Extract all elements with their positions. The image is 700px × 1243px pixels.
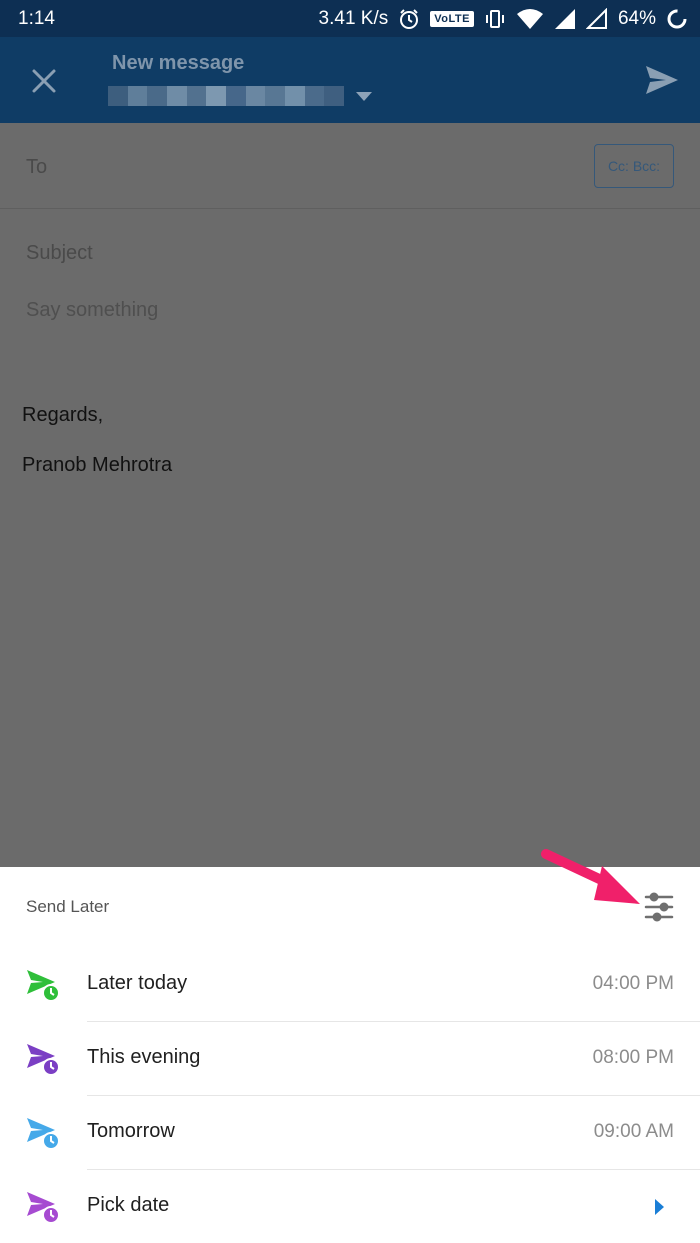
send-later-icon xyxy=(27,1044,60,1076)
signature-name: Pranob Mehrotra xyxy=(22,454,173,476)
option-label: Pick date xyxy=(87,1194,170,1216)
annotation-arrow-icon xyxy=(541,849,640,904)
battery-percent: 64% xyxy=(617,8,656,29)
send-later-icon xyxy=(27,1118,60,1150)
option-label: Later today xyxy=(87,972,188,994)
body-field[interactable]: Say something xyxy=(26,299,158,322)
option-time: 08:00 PM xyxy=(592,1047,674,1068)
alarm-icon xyxy=(400,9,419,29)
network-speed: 3.41 K/s xyxy=(318,8,389,29)
subject-field[interactable]: Subject xyxy=(26,242,93,265)
status-time: 1:14 xyxy=(18,8,55,29)
to-field[interactable]: To Cc: Bcc: xyxy=(0,123,700,209)
send-later-sheet: Send Later Later today 04:00 PM This eve… xyxy=(0,867,700,1243)
volte-badge: VoLTE xyxy=(430,11,474,27)
to-label: To xyxy=(26,156,48,178)
chevron-down-icon[interactable] xyxy=(356,91,372,101)
close-icon[interactable] xyxy=(28,65,60,97)
chevron-right-icon xyxy=(655,1199,664,1215)
option-later-today[interactable]: Later today 04:00 PM xyxy=(0,948,700,1022)
option-time: 04:00 PM xyxy=(592,973,674,994)
option-time: 09:00 AM xyxy=(593,1121,674,1142)
send-later-icon xyxy=(27,1192,60,1224)
sheet-title: Send Later xyxy=(26,897,110,916)
cc-bcc-button[interactable]: Cc: Bcc: xyxy=(594,144,674,188)
account-selector[interactable] xyxy=(108,85,372,107)
app-bar: New message xyxy=(0,37,700,123)
signal-empty-icon xyxy=(585,8,607,29)
vibrate-icon xyxy=(485,10,504,28)
option-label: Tomorrow xyxy=(87,1120,175,1142)
status-icons: 3.41 K/s VoLTE 64% xyxy=(319,6,688,32)
option-this-evening[interactable]: This evening 08:00 PM xyxy=(0,1022,700,1096)
send-icon[interactable] xyxy=(644,64,680,96)
send-later-icon xyxy=(27,970,60,1002)
pixelated-email-address xyxy=(108,86,345,106)
option-label: This evening xyxy=(87,1046,201,1068)
status-bar: 1:14 3.41 K/s VoLTE 64% xyxy=(0,0,700,37)
signature-line: Regards, xyxy=(22,404,104,426)
option-pick-date[interactable]: Pick date xyxy=(0,1170,700,1243)
wifi-icon xyxy=(516,9,543,29)
battery-charging-icon xyxy=(667,9,687,29)
option-tomorrow[interactable]: Tomorrow 09:00 AM xyxy=(0,1096,700,1170)
page-title: New message xyxy=(112,52,245,74)
sliders-icon[interactable] xyxy=(644,891,674,923)
compose-form: To Cc: Bcc: Subject Say something Regard… xyxy=(0,123,700,867)
signal-full-icon xyxy=(554,9,575,29)
